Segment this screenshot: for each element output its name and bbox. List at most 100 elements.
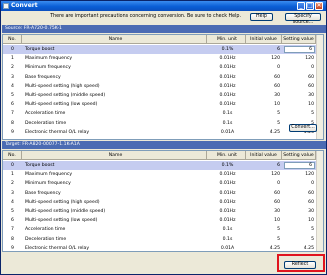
row-initial-value: 0 bbox=[277, 181, 280, 187]
row-no: 3 bbox=[11, 190, 14, 196]
table-header: No. Name Min. unit Initial value Setting val… bbox=[3, 151, 323, 160]
row-initial-value: 60 bbox=[274, 74, 280, 80]
col-name-header[interactable]: Name bbox=[25, 35, 207, 44]
table-row[interactable]: 8Deceleration time0.1s55 bbox=[3, 119, 323, 128]
row-setting-value[interactable]: 0 bbox=[282, 63, 316, 72]
table-row[interactable]: 7 Acceleration time 0.1s 5 5 bbox=[3, 109, 323, 118]
row-setting-value[interactable]: 10 bbox=[282, 100, 316, 109]
row-no: 7 bbox=[11, 227, 14, 233]
specify-source-button[interactable]: Specify source... bbox=[285, 13, 321, 25]
table-row[interactable]: 2 Minimum frequency 0.01Hz 0 0 bbox=[3, 63, 323, 72]
row-initial-value: 5 bbox=[277, 227, 280, 233]
close-button[interactable]: ✕ bbox=[315, 2, 323, 10]
table-row[interactable]: 7 Acceleration time 0.1s 5 5 bbox=[3, 225, 323, 234]
vertical-scrollbar[interactable] bbox=[316, 35, 323, 139]
row-initial-value: 120 bbox=[271, 172, 280, 178]
row-min-unit: 0.01Hz bbox=[219, 74, 236, 80]
row-min-unit: 0.01Hz bbox=[219, 181, 236, 187]
help-button[interactable]: Help bbox=[250, 13, 273, 21]
col-min-unit-header[interactable]: Min. unit bbox=[209, 151, 246, 160]
row-setting-value[interactable]: 5 bbox=[282, 225, 316, 234]
row-min-unit: 0.01Hz bbox=[219, 83, 236, 89]
row-min-unit: 0.01Hz bbox=[219, 102, 236, 108]
row-initial-value: 60 bbox=[274, 190, 280, 196]
row-no: 8 bbox=[11, 236, 14, 242]
row-setting-value[interactable]: 60 bbox=[282, 189, 316, 198]
table-row[interactable]: 0 Torque boost 0.1% 6 6 bbox=[3, 45, 323, 54]
table-row[interactable]: 9 Electronic thermal O/L relay 0.01A 4.25 4.… bbox=[3, 244, 323, 253]
setting-value: 6 bbox=[309, 163, 312, 168]
row-setting-value[interactable]: 60 bbox=[282, 82, 316, 91]
row-no: 0 bbox=[11, 47, 14, 52]
app-icon bbox=[3, 3, 9, 9]
row-no: 9 bbox=[11, 129, 14, 135]
precaution-notice: There are important precautions concerni… bbox=[50, 14, 241, 19]
row-name: Base frequency bbox=[25, 190, 61, 196]
row-setting-value[interactable]: 5 bbox=[282, 235, 316, 244]
col-min-unit-header[interactable]: Min. unit bbox=[209, 35, 246, 44]
row-setting-value[interactable]: 4.25 bbox=[282, 244, 316, 253]
row-setting-value[interactable]: 120 bbox=[282, 170, 316, 179]
table-row[interactable]: 4 Multi-speed setting (high speed) 0.01Hz 6… bbox=[3, 82, 323, 91]
row-name: Deceleration time bbox=[25, 236, 67, 242]
window-title: Convert bbox=[11, 2, 38, 9]
row-no: 4 bbox=[11, 83, 14, 89]
table-row[interactable]: 1 Maximum frequency 0.01Hz 120 120 bbox=[3, 170, 323, 179]
row-initial-value: 30 bbox=[274, 209, 280, 214]
row-min-unit: 0.01Hz bbox=[219, 93, 236, 98]
row-no: 3 bbox=[11, 74, 14, 80]
col-initial-value-header[interactable]: Initial value bbox=[246, 35, 282, 44]
table-row[interactable]: 3 Base frequency 0.01Hz 60 60 bbox=[3, 73, 323, 82]
row-name: Maximum frequency bbox=[25, 56, 73, 62]
row-name: Deceleration time bbox=[25, 120, 67, 126]
table-row[interactable]: 9 Electronic thermal O/L relay 0.01A 4.25 4.… bbox=[3, 128, 323, 137]
row-setting-value[interactable]: 5 bbox=[282, 109, 316, 118]
table-row[interactable]: 1 Maximum frequency 0.01Hz 120 120 bbox=[3, 54, 323, 63]
row-setting-value[interactable]: 60 bbox=[282, 73, 316, 82]
row-setting-value[interactable]: 10 bbox=[282, 216, 316, 225]
col-no-header[interactable]: No. bbox=[3, 151, 22, 160]
row-initial-value: 0 bbox=[277, 65, 280, 71]
vertical-scrollbar[interactable] bbox=[316, 151, 323, 251]
table-row[interactable]: 6 Multi-speed setting (low speed) 0.01Hz 10… bbox=[3, 216, 323, 225]
row-name: Multi-speed setting (middle speed) bbox=[25, 209, 106, 214]
row-no: 7 bbox=[11, 111, 14, 117]
col-setting-value-header[interactable]: Setting value bbox=[282, 35, 316, 44]
convert-button[interactable]: Convert... bbox=[289, 124, 317, 132]
minimize-button[interactable]: _ bbox=[297, 2, 305, 10]
col-initial-value-header[interactable]: Initial value bbox=[246, 151, 282, 160]
row-min-unit: 0.01Hz bbox=[219, 172, 236, 178]
table-row[interactable]: 0 Torque boost 0.1% 6 6 bbox=[3, 161, 323, 170]
reflect-button[interactable]: Reflect bbox=[284, 261, 316, 269]
table-row[interactable]: 5 Multi-speed setting (middle speed) 0.01H… bbox=[3, 91, 323, 100]
maximize-button[interactable]: □ bbox=[306, 2, 314, 10]
row-setting-value[interactable]: 60 bbox=[282, 198, 316, 207]
table-row[interactable]: 3 Base frequency 0.01Hz 60 60 bbox=[3, 189, 323, 198]
row-setting-value[interactable]: 30 bbox=[282, 91, 316, 100]
row-setting-value[interactable]: 30 bbox=[282, 207, 316, 216]
row-min-unit: 0.1s bbox=[222, 111, 233, 117]
col-no-header[interactable]: No. bbox=[3, 35, 22, 44]
row-initial-value: 10 bbox=[274, 102, 280, 108]
table-row[interactable]: 5 Multi-speed setting (middle speed) 0.01H… bbox=[3, 207, 323, 216]
row-min-unit: 0.01A bbox=[220, 129, 235, 135]
row-setting-value[interactable]: 0 bbox=[282, 179, 316, 188]
col-setting-value-header[interactable]: Setting value bbox=[282, 151, 316, 160]
target-parameter-table: No. Name Min. unit Initial value Setting val… bbox=[2, 150, 324, 252]
title-bar[interactable]: Convert _ □ ✕ bbox=[1, 1, 326, 11]
col-name-header[interactable]: Name bbox=[25, 151, 207, 160]
table-row[interactable]: 2 Minimum frequency 0.01Hz 0 0 bbox=[3, 179, 323, 188]
table-row[interactable]: 6 Multi-speed setting (low speed) 0.01Hz 10… bbox=[3, 100, 323, 109]
setting-value-input[interactable]: 6 bbox=[284, 162, 315, 169]
source-header: Source: FR-A720-0.75K-1 bbox=[2, 25, 326, 33]
row-name: Multi-speed setting (low speed) bbox=[25, 102, 98, 108]
table-row[interactable]: 8Deceleration time0.1s55 bbox=[3, 235, 323, 244]
setting-value-input[interactable]: 6 bbox=[284, 46, 315, 53]
table-row[interactable]: 4 Multi-speed setting (high speed) 0.01Hz 6… bbox=[3, 198, 323, 207]
row-no: 5 bbox=[11, 93, 14, 98]
row-initial-value: 120 bbox=[271, 56, 280, 62]
row-setting-value[interactable]: 120 bbox=[282, 54, 316, 63]
row-no: 1 bbox=[11, 56, 14, 62]
row-no: 5 bbox=[11, 209, 14, 214]
row-initial-value: 5 bbox=[277, 111, 280, 117]
